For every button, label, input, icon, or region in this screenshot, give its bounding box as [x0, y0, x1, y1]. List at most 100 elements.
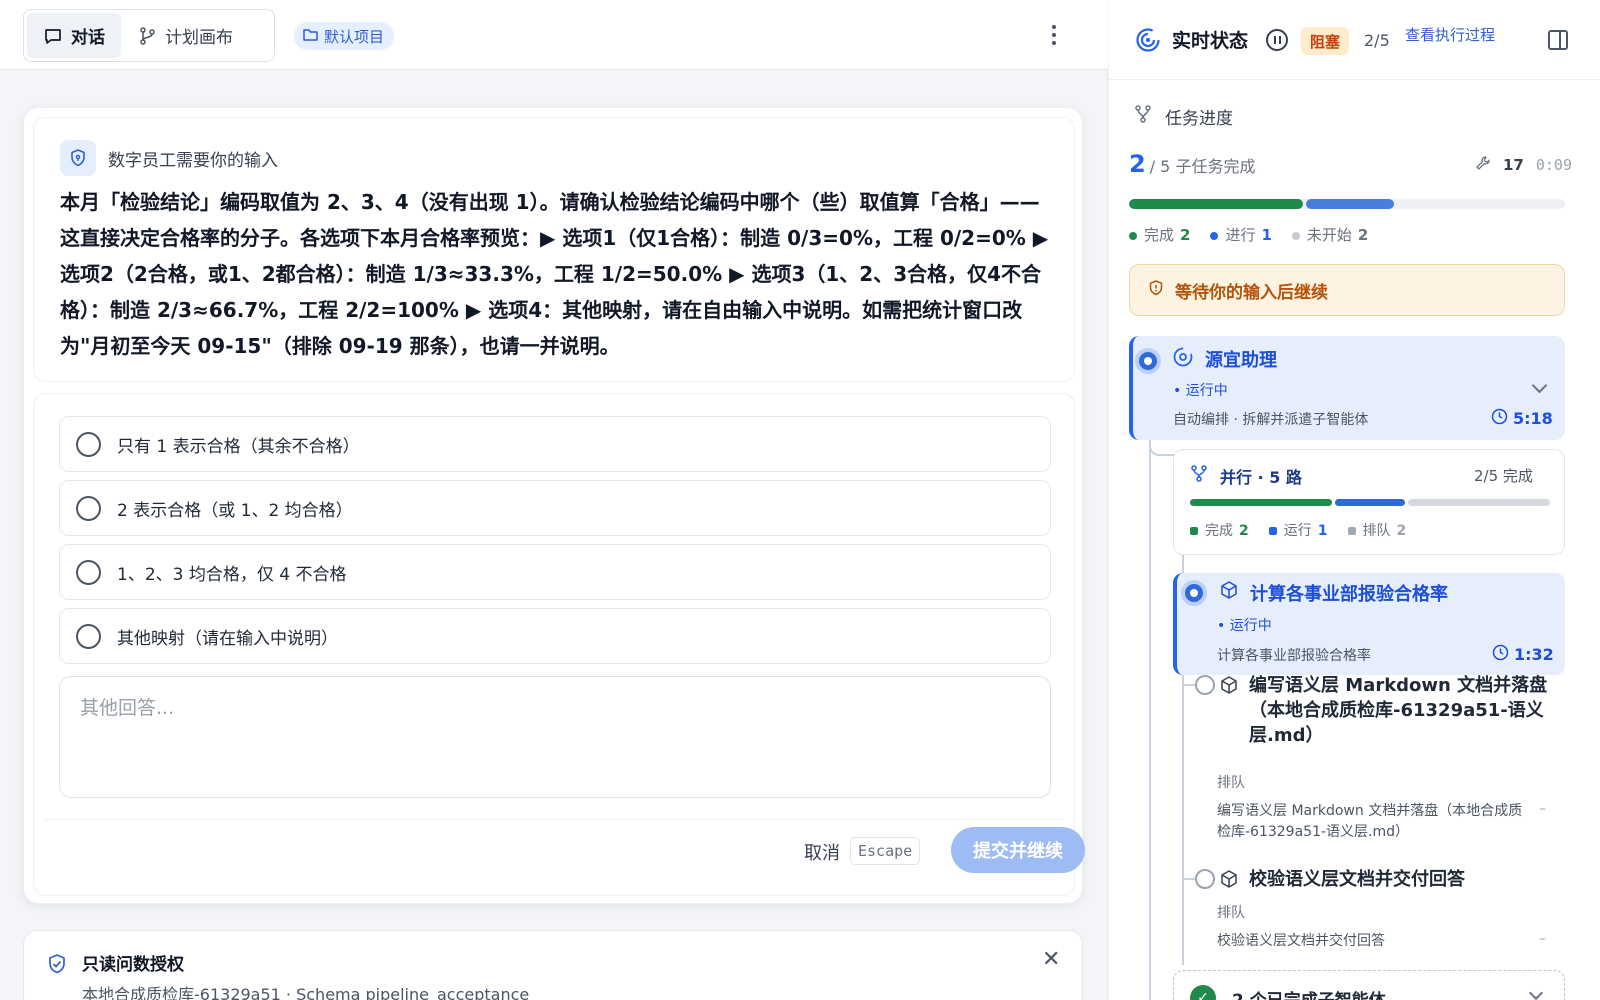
running-subtask-time: 1:32	[1492, 644, 1554, 665]
parallel-running-segment	[1334, 499, 1406, 506]
elapsed-time: 0:09	[1535, 156, 1572, 174]
fork-icon	[1190, 464, 1208, 486]
blocked-badge: 阻塞	[1301, 27, 1350, 55]
branch-icon	[137, 26, 157, 46]
spiral-logo-icon	[1135, 27, 1161, 57]
permission-title: 只读问数授权	[82, 955, 184, 975]
cube-icon	[1219, 580, 1239, 604]
radio-button[interactable]	[76, 431, 101, 457]
main-agent-time: 5:18	[1491, 408, 1553, 429]
waiting-banner: 等待你的输入后继续	[1129, 264, 1565, 316]
task-progress-title: 任务进度	[1165, 109, 1233, 129]
queued-task-title[interactable]: 编写语义层 Markdown 文档并落盘（本地合成质检库-61329a51-语义…	[1249, 673, 1559, 748]
tree-bend	[1149, 440, 1175, 456]
queued-task-time: –	[1539, 801, 1546, 817]
legend-done: 完成 2	[1190, 520, 1249, 540]
progress-done-segment	[1129, 199, 1304, 209]
queued-task-desc: 编写语义层 Markdown 文档并落盘（本地合成质检库-61329a51-语义…	[1217, 803, 1523, 840]
parallel-legend: 完成 2 运行 1 排队 2	[1190, 520, 1406, 540]
folder-icon	[302, 26, 319, 47]
status-panel: 实时状态 阻塞 2/5 查看执行过程 任务进度 2 / 5 子任务完成 17 0…	[1109, 0, 1600, 1000]
option-label: 只有 1 表示合格（其余不合格）	[117, 436, 360, 457]
pause-icon[interactable]	[1266, 29, 1288, 51]
submit-continue-button[interactable]: 提交并继续	[951, 827, 1085, 873]
task-tree-icon	[1133, 104, 1153, 128]
close-icon[interactable]: ✕	[1042, 947, 1060, 972]
cancel-button[interactable]: 取消	[804, 839, 840, 865]
overall-progress-bar	[1129, 199, 1565, 209]
progress-running-segment	[1306, 199, 1394, 209]
clock-icon	[1491, 408, 1508, 429]
completed-count: 2	[1129, 150, 1146, 178]
radio-button[interactable]	[76, 495, 101, 521]
radio-button[interactable]	[76, 623, 101, 649]
completed-agents-label: 2 个已完成子智能体	[1232, 986, 1386, 1000]
completed-agents-group[interactable]: ✓ 2 个已完成子智能体	[1173, 970, 1565, 1000]
tab-plan-canvas-label: 计划画布	[165, 28, 233, 48]
question-box: 数字员工需要你的输入 本月「检验结论」编码取值为 2、3、4（没有出现 1）。请…	[33, 117, 1075, 382]
parallel-title: 并行 · 5 路	[1220, 468, 1302, 487]
permission-card: 只读问数授权 本地合成质检库-61329a51 · Schema pipelin…	[23, 930, 1083, 1000]
more-options-icon[interactable]	[1045, 20, 1063, 50]
shield-icon	[60, 140, 96, 176]
radio-button[interactable]	[76, 559, 101, 585]
queued-task-desc: 校验语义层文档并交付回答	[1217, 933, 1385, 949]
cube-icon	[1219, 675, 1239, 699]
main-agent-name: 源宜助理	[1205, 350, 1277, 371]
tool-stats: 17 0:09	[1475, 155, 1572, 175]
step-count: 2/5	[1364, 31, 1390, 50]
permission-subtitle: 本地合成质检库-61329a51 · Schema pipeline_accep…	[82, 985, 530, 1000]
input-request-card: 数字员工需要你的输入 本月「检验结论」编码取值为 2、3、4（没有出现 1）。请…	[23, 107, 1085, 904]
option-label: 其他映射（请在输入中说明）	[117, 628, 338, 649]
top-toolbar: 对话 计划画布 默认项目	[0, 0, 1108, 70]
subtask-count: 2 / 5 子任务完成	[1129, 150, 1255, 178]
agent-icon	[1172, 346, 1194, 372]
legend-queued: 排队 2	[1347, 520, 1406, 540]
option-3[interactable]: 1、2、3 均合格，仅 4 不合格	[59, 544, 1051, 600]
question-header-label: 数字员工需要你的输入	[108, 150, 278, 171]
parallel-group: 并行 · 5 路 2/5 完成 完成 2 运行 1 排队 2	[1173, 449, 1565, 555]
conversation-pane: 对话 计划画布 默认项目 数字员工需要你的输入 本月「检验结论」编码取值为 2、…	[0, 0, 1108, 1000]
shield-check-icon	[46, 953, 68, 979]
option-2[interactable]: 2 表示合格（或 1、2 均合格）	[59, 480, 1051, 536]
divider	[44, 819, 1064, 820]
queued-dot	[1195, 675, 1215, 695]
tab-chat-label: 对话	[71, 28, 105, 48]
other-answer-input[interactable]	[59, 676, 1051, 798]
chevron-down-icon[interactable]	[1528, 985, 1544, 1000]
queued-task-status: 排队	[1217, 775, 1245, 791]
parallel-progress-bar	[1190, 499, 1550, 506]
queued-task-status: 排队	[1217, 905, 1245, 921]
queued-dot	[1195, 869, 1215, 889]
tab-plan-canvas[interactable]: 计划画布	[121, 13, 249, 58]
running-subtask-status: • 运行中	[1217, 618, 1272, 634]
parallel-queued-segment	[1408, 499, 1550, 506]
main-agent-status: • 运行中	[1173, 383, 1228, 399]
question-header: 数字员工需要你的输入	[60, 140, 278, 176]
view-switcher: 对话 计划画布	[23, 9, 275, 62]
view-execution-link[interactable]: 查看执行过程	[1405, 24, 1495, 45]
question-text: 本月「检验结论」编码取值为 2、3、4（没有出现 1）。请确认检验结论编码中哪个…	[60, 190, 1049, 358]
progress-legend: 完成 2 进行 1 未开始 2	[1129, 224, 1368, 245]
option-label: 2 表示合格（或 1、2 均合格）	[117, 500, 353, 521]
wrench-icon	[1475, 155, 1491, 175]
total-text: / 5 子任务完成	[1149, 157, 1256, 176]
answer-options: 只有 1 表示合格（其余不合格） 2 表示合格（或 1、2 均合格） 1、2、3…	[33, 393, 1085, 896]
cube-icon	[1219, 869, 1239, 893]
project-chip-label: 默认项目	[324, 27, 385, 46]
option-1[interactable]: 只有 1 表示合格（其余不合格）	[59, 416, 1051, 472]
project-chip[interactable]: 默认项目	[294, 22, 395, 50]
legend-done: 完成 2	[1129, 224, 1190, 245]
escape-key-hint: Escape	[850, 837, 921, 865]
status-header: 实时状态 阻塞 2/5 查看执行过程	[1109, 0, 1600, 80]
option-4[interactable]: 其他映射（请在输入中说明）	[59, 608, 1051, 664]
panel-toggle-icon[interactable]	[1548, 30, 1568, 50]
queued-task-title[interactable]: 校验语义层文档并交付回答	[1249, 867, 1559, 892]
option-label: 1、2、3 均合格，仅 4 不合格	[117, 564, 347, 585]
running-dot	[1135, 348, 1161, 374]
parallel-done-segment	[1190, 499, 1332, 506]
tab-chat[interactable]: 对话	[27, 13, 121, 58]
legend-not-started: 未开始 2	[1291, 224, 1368, 245]
parallel-count: 2/5 完成	[1474, 467, 1533, 485]
legend-running: 运行 1	[1268, 520, 1328, 540]
